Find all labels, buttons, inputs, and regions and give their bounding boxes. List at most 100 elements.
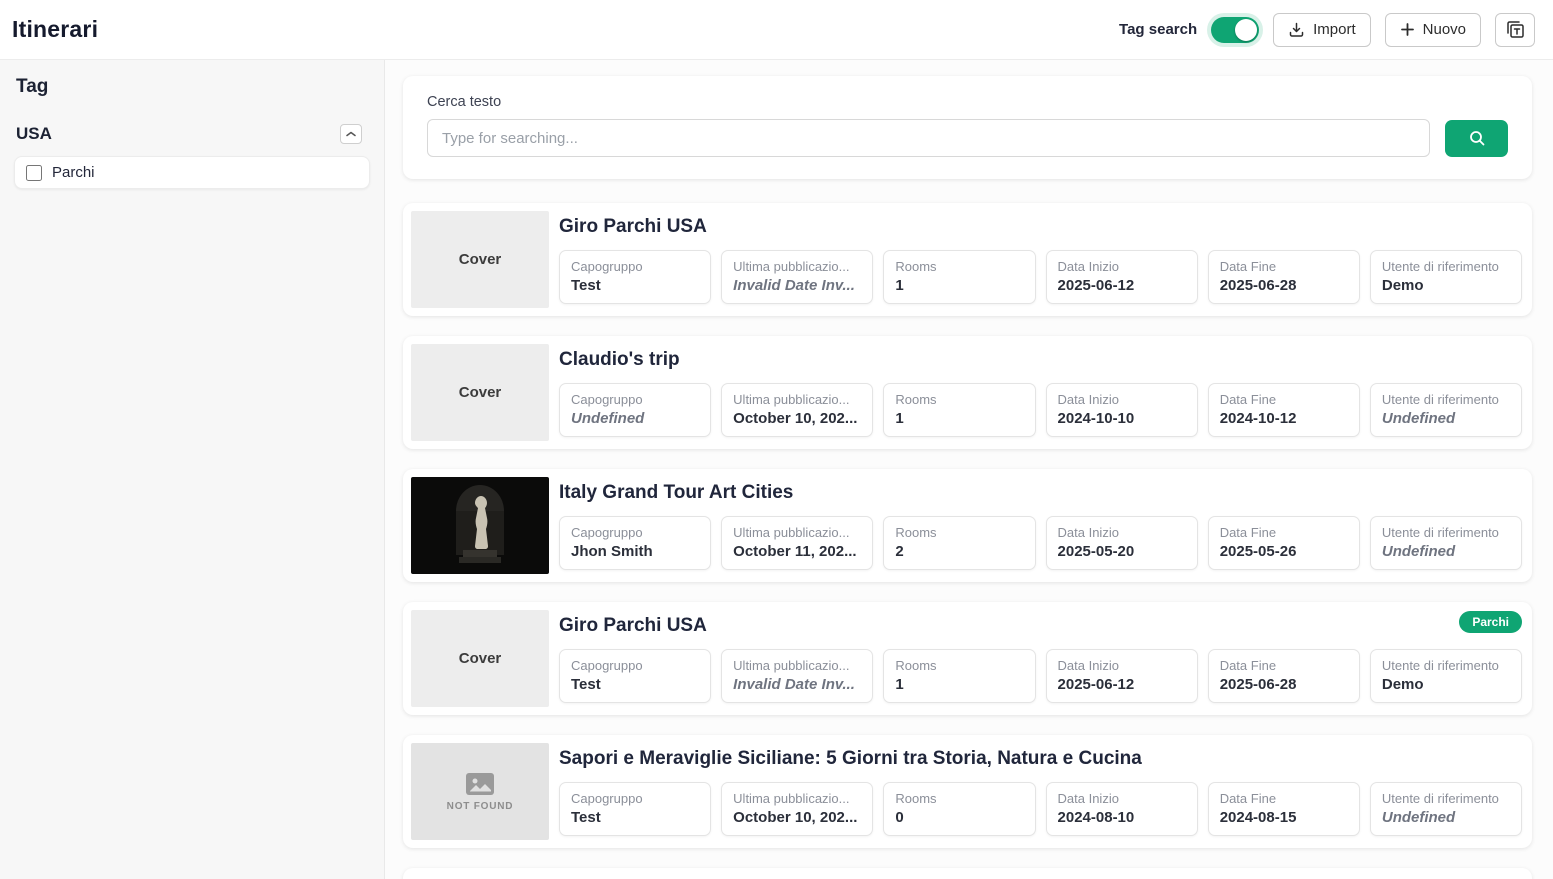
header-actions: Tag search Import Nuovo — [1119, 12, 1535, 47]
plus-icon — [1400, 23, 1414, 36]
partial-card — [403, 868, 1532, 879]
info-value: 2025-05-26 — [1219, 543, 1297, 560]
cover-image: Cover — [411, 344, 549, 441]
info-label: Data Fine — [1219, 791, 1277, 806]
itinerary-card[interactable]: Cover Giro Parchi USA Capogruppo Test Ul… — [403, 602, 1532, 715]
info-label: Rooms — [895, 791, 937, 806]
tag-item-parchi[interactable]: Parchi — [14, 156, 370, 189]
info-value: Undefined — [1381, 809, 1456, 826]
info-value: 1 — [895, 410, 904, 427]
import-label: Import — [1313, 21, 1356, 38]
statue-photo — [411, 477, 549, 574]
info-label: Data Inizio — [1057, 658, 1119, 673]
tag-search-label: Tag search — [1119, 21, 1198, 38]
info-box: Data Inizio 2024-08-10 — [1045, 782, 1198, 836]
info-value: October 10, 202... — [733, 809, 858, 826]
info-value: 2024-08-10 — [1057, 809, 1135, 826]
info-row: Capogruppo Test Ultima pubblicazio... In… — [559, 250, 1524, 304]
info-box: Utente di riferimento Undefined — [1369, 383, 1523, 437]
info-box: Data Inizio 2024-10-10 — [1045, 383, 1198, 437]
itinerary-card[interactable]: Cover Claudio's trip Capogruppo Undefine… — [403, 336, 1532, 449]
nuovo-label: Nuovo — [1422, 21, 1466, 38]
info-box: Ultima pubblicazio... October 11, 202... — [721, 516, 874, 570]
info-label: Data Inizio — [1057, 259, 1119, 274]
info-box: Ultima pubblicazio... Invalid Date Inv..… — [721, 250, 874, 304]
info-box: Rooms 2 — [883, 516, 1036, 570]
info-value: Undefined — [571, 410, 645, 427]
toggle-knob — [1235, 18, 1258, 41]
itinerary-card[interactable]: NOT FOUND Sapori e Meraviglie Siciliane:… — [403, 735, 1532, 848]
info-value: Demo — [1381, 676, 1424, 693]
tag-group-name: USA — [16, 124, 52, 143]
collapse-button[interactable] — [340, 124, 362, 144]
info-box: Data Fine 2025-06-28 — [1207, 649, 1360, 703]
info-value: October 10, 202... — [733, 410, 858, 427]
tag-search-toggle[interactable] — [1211, 16, 1260, 43]
info-row: Capogruppo Test Ultima pubblicazio... In… — [559, 649, 1524, 703]
search-label: Cerca testo — [427, 94, 502, 110]
search-card: Cerca testo — [403, 76, 1532, 179]
info-box: Utente di riferimento Undefined — [1369, 782, 1523, 836]
info-label: Capogruppo — [571, 392, 643, 407]
info-box: Rooms 1 — [883, 383, 1036, 437]
info-label: Capogruppo — [571, 658, 643, 673]
info-box: Rooms 1 — [883, 649, 1036, 703]
cover-text: NOT FOUND — [446, 801, 514, 812]
info-value: 1 — [895, 277, 904, 294]
translate-button[interactable] — [1495, 12, 1535, 47]
info-value: 2025-06-12 — [1057, 676, 1135, 693]
itinerary-title: Giro Parchi USA — [559, 615, 707, 636]
info-box: Utente di riferimento Demo — [1369, 250, 1523, 304]
card-body: Italy Grand Tour Art Cities Capogruppo J… — [559, 477, 1524, 574]
info-value: 1 — [895, 676, 904, 693]
cover-image: Cover — [411, 610, 549, 707]
info-box: Capogruppo Test — [559, 782, 712, 836]
info-value: Invalid Date Inv... — [733, 676, 855, 693]
info-box: Data Inizio 2025-06-12 — [1045, 649, 1198, 703]
card-body: Giro Parchi USA Capogruppo Test Ultima p… — [559, 610, 1524, 707]
search-button[interactable] — [1445, 119, 1508, 157]
cover-text: Cover — [458, 384, 502, 401]
itinerary-card[interactable]: Cover Giro Parchi USA Capogruppo Test Ul… — [403, 203, 1532, 316]
info-label: Data Fine — [1219, 525, 1277, 540]
page-layout: Tag USA Parchi Cerca testo Type for sear… — [0, 60, 1553, 879]
translate-icon — [1507, 20, 1524, 38]
info-label: Data Inizio — [1057, 791, 1119, 806]
info-box: Data Fine 2025-05-26 — [1207, 516, 1360, 570]
info-label: Capogruppo — [571, 791, 643, 806]
tag-badge: Parchi — [1459, 611, 1522, 633]
import-button[interactable]: Import — [1273, 12, 1371, 47]
info-box: Capogruppo Undefined — [559, 383, 712, 437]
info-value: 2025-06-28 — [1219, 277, 1297, 294]
info-box: Capogruppo Test — [559, 250, 712, 304]
sidebar: Tag USA Parchi — [0, 60, 385, 879]
search-input[interactable] — [427, 119, 1430, 157]
info-value: 0 — [895, 809, 904, 826]
info-label: Ultima pubblicazio... — [733, 525, 850, 540]
info-row: Capogruppo Undefined Ultima pubblicazio.… — [559, 383, 1524, 437]
card-body: Giro Parchi USA Capogruppo Test Ultima p… — [559, 211, 1524, 308]
sidebar-title: Tag — [16, 76, 49, 97]
info-box: Data Fine 2024-10-12 — [1207, 383, 1360, 437]
tag-item-label: Parchi — [52, 164, 95, 181]
info-box: Ultima pubblicazio... Invalid Date Inv..… — [721, 649, 874, 703]
info-value: Test — [571, 809, 601, 826]
info-value: Invalid Date Inv... — [733, 277, 855, 294]
itinerary-card[interactable]: Italy Grand Tour Art Cities Capogruppo J… — [403, 469, 1532, 582]
info-box: Capogruppo Jhon Smith — [559, 516, 712, 570]
itinerary-title: Giro Parchi USA — [559, 216, 707, 237]
info-value: 2024-10-10 — [1057, 410, 1135, 427]
itinerary-title: Sapori e Meraviglie Siciliane: 5 Giorni … — [559, 748, 1142, 769]
info-label: Utente di riferimento — [1381, 525, 1499, 540]
info-box: Ultima pubblicazio... October 10, 202... — [721, 782, 874, 836]
info-value: Demo — [1381, 277, 1424, 294]
info-label: Capogruppo — [571, 525, 643, 540]
info-box: Utente di riferimento Undefined — [1369, 516, 1523, 570]
download-icon — [1289, 22, 1304, 37]
info-label: Utente di riferimento — [1381, 392, 1499, 407]
info-value: Undefined — [1381, 410, 1456, 427]
info-value: Undefined — [1381, 543, 1456, 560]
chevron-up-icon — [346, 131, 356, 137]
parchi-checkbox[interactable] — [26, 164, 42, 181]
nuovo-button[interactable]: Nuovo — [1384, 12, 1481, 47]
